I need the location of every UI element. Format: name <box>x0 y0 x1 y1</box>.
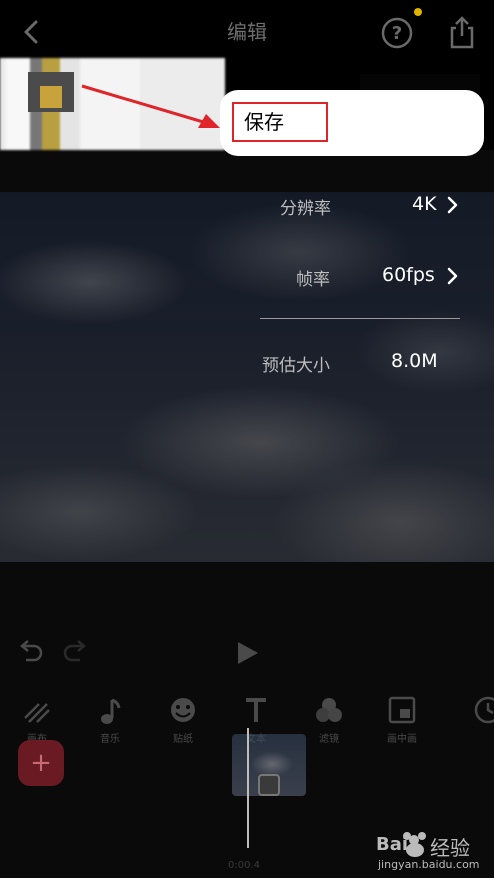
tool-label: 滤镜 <box>319 734 339 745</box>
watermark-text: 经验 <box>430 836 470 860</box>
framerate-label: 帧率 <box>296 270 330 290</box>
music-note-icon <box>101 698 121 724</box>
framerate-value[interactable]: 60fps <box>382 264 435 286</box>
play-icon[interactable] <box>234 640 260 666</box>
playhead[interactable] <box>247 728 249 848</box>
tool-pip[interactable]: 画中画 <box>372 696 432 756</box>
plus-icon: + <box>30 748 52 778</box>
preview-overlay <box>0 192 494 562</box>
tool-music[interactable]: 音乐 <box>80 696 140 756</box>
hatch-icon <box>24 703 50 723</box>
clip-handle[interactable] <box>258 774 280 796</box>
pixelated-block <box>40 86 62 108</box>
tool-sticker[interactable]: 贴纸 <box>153 696 213 756</box>
undo-icon[interactable] <box>16 640 44 664</box>
redo-icon[interactable] <box>62 640 90 664</box>
clock-icon <box>474 696 494 724</box>
tool-label: 音乐 <box>100 734 120 745</box>
save-label[interactable]: 保存 <box>244 108 284 136</box>
help-icon[interactable]: ? <box>380 16 414 50</box>
size-label: 预估大小 <box>262 356 330 376</box>
tool-more[interactable] <box>460 696 494 756</box>
pointer-arrow-icon <box>81 84 220 128</box>
text-icon <box>246 698 266 722</box>
tool-label: 贴纸 <box>173 734 193 745</box>
filter-icon <box>316 698 342 722</box>
watermark-url: jingyan.baidu.com <box>378 858 480 871</box>
divider <box>260 318 460 319</box>
notification-dot <box>414 8 422 16</box>
pip-icon <box>388 696 416 724</box>
timecode: 0:00.4 <box>228 860 260 871</box>
chevron-right-icon[interactable] <box>446 196 458 214</box>
chevron-right-icon[interactable] <box>446 267 458 285</box>
smiley-icon <box>171 698 195 722</box>
tool-filter[interactable]: 滤镜 <box>299 696 359 756</box>
share-icon[interactable] <box>446 14 478 50</box>
tool-label: 画中画 <box>387 734 417 745</box>
svg-text:?: ? <box>392 23 402 44</box>
resolution-value[interactable]: 4K <box>412 193 437 215</box>
size-value: 8.0M <box>391 350 438 372</box>
resolution-label: 分辨率 <box>280 199 331 219</box>
svg-text:Bai: Bai <box>376 834 408 855</box>
